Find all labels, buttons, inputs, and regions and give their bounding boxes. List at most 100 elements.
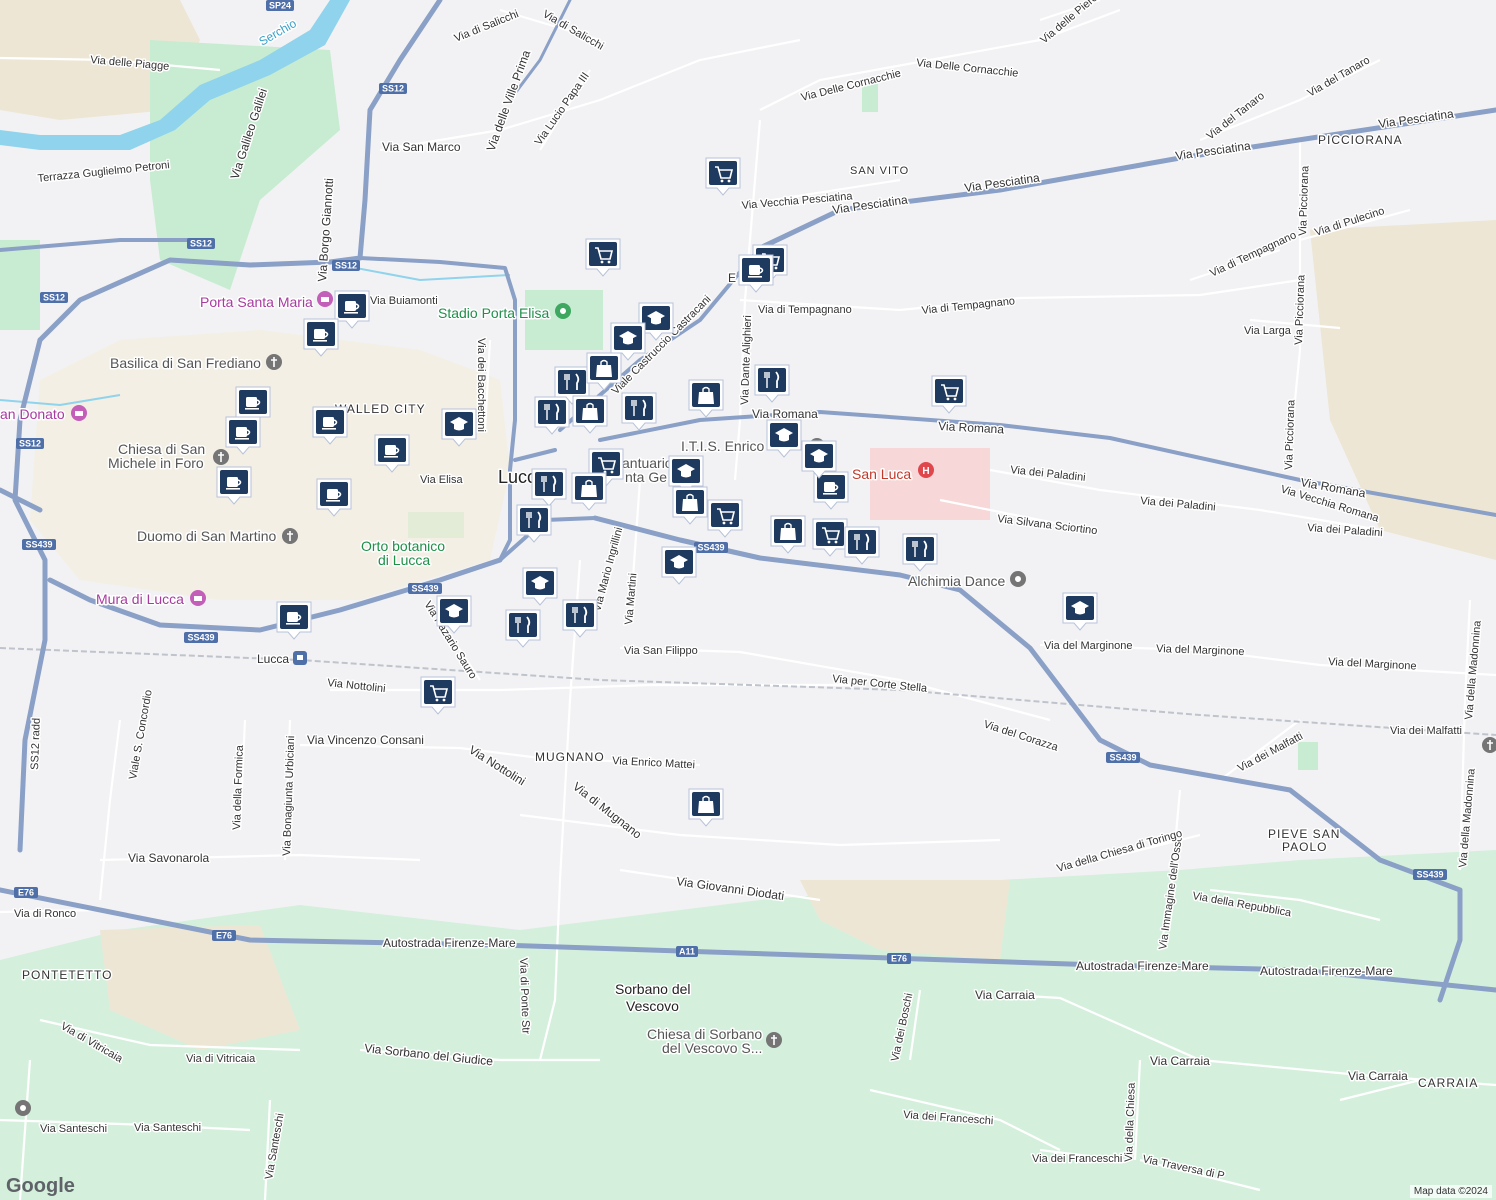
shield-ss12-5: SS12: [16, 438, 44, 449]
svg-text:SS439: SS439: [411, 584, 438, 594]
label-via-di-ronco: Via di Ronco: [14, 908, 76, 920]
train-station-icon: [293, 651, 307, 665]
shield-ss439-2: SS439: [408, 583, 442, 594]
hospital-icon: H: [918, 462, 934, 478]
church-icon: [282, 528, 298, 544]
label-lucca-station: Lucca: [257, 652, 289, 666]
svg-text:SS12: SS12: [19, 439, 41, 449]
shield-e76-1: E76: [14, 887, 38, 898]
label-via-dei-franceschi-2: Via dei Franceschi: [1032, 1153, 1122, 1165]
google-logo: Google: [6, 1175, 75, 1197]
label-via-carraia-1: Via Carraia: [975, 988, 1035, 1002]
svg-text:SS12: SS12: [335, 261, 357, 271]
label-orto-2: di Lucca: [378, 552, 430, 568]
label-walled-city: WALLED CITY: [335, 402, 426, 416]
label-via-carraia-3: Via Carraia: [1348, 1069, 1408, 1083]
label-autostrada-3: Autostrada Firenze-Mare: [1260, 964, 1393, 978]
label-via-dei-bacchettoni: Via dei Bacchettoni: [475, 338, 487, 432]
label-stadio: Stadio Porta Elisa: [438, 305, 549, 321]
label-autostrada-2: Autostrada Firenze-Mare: [1076, 959, 1209, 973]
svg-text:SP24: SP24: [269, 1, 291, 11]
label-basilica: Basilica di San Frediano: [110, 355, 261, 371]
label-pieve-san-paolo-2: PAOLO: [1282, 840, 1327, 854]
shield-ss439-3: SS439: [184, 632, 218, 643]
label-via-elisa: Via Elisa: [420, 474, 463, 486]
small-park-east: [1298, 742, 1318, 770]
label-san-vito: SAN VITO: [850, 165, 909, 177]
shield-ss439-5: SS439: [1413, 869, 1447, 880]
label-itis: I.T.I.S. Enrico: [681, 438, 764, 454]
label-via-santeschi-2: Via Santeschi: [134, 1122, 201, 1134]
label-autostrada-1: Autostrada Firenze-Mare: [383, 936, 516, 950]
label-duomo: Duomo di San Martino: [137, 528, 277, 544]
shield-ss12-1: SS12: [379, 83, 407, 94]
label-via-picciorana-2: Via Picciorana: [1293, 274, 1307, 345]
svg-text:SS439: SS439: [187, 633, 214, 643]
label-via-savonarola: Via Savonarola: [128, 851, 209, 865]
camera-icon: [317, 291, 333, 307]
label-via-carraia-2: Via Carraia: [1150, 1054, 1210, 1068]
church-icon: [213, 449, 229, 465]
svg-text:SS12: SS12: [43, 293, 65, 303]
label-mugnano: MUGNANO: [535, 750, 605, 764]
label-pontetetto: PONTETETTO: [22, 968, 112, 982]
place-pin-icon: [15, 1100, 31, 1116]
svg-text:SS12: SS12: [382, 84, 404, 94]
shield-ss12-4: SS12: [40, 292, 68, 303]
hospital-area: [870, 448, 990, 520]
label-via-santeschi-1: Via Santeschi: [40, 1123, 107, 1135]
camera-icon: [190, 590, 206, 606]
shield-ss12-3: SS12: [332, 260, 360, 271]
shield-ss12-2: SS12: [187, 238, 215, 249]
shield-sp24: SP24: [266, 0, 294, 11]
label-ospedale-2: San Luca: [852, 466, 911, 482]
camera-icon: [71, 405, 87, 421]
map-canvas[interactable]: SP24 SS12 SS12 SS12 SS12 SS12 SS439 SS43…: [0, 0, 1496, 1200]
label-picciorana: PICCIORANA: [1318, 133, 1403, 147]
label-mura: Mura di Lucca: [96, 591, 184, 607]
label-via-di-tempagnano-1: Via di Tempagnano: [758, 304, 852, 316]
svg-text:SS439: SS439: [25, 540, 52, 550]
label-ss12-radd: SS12 radd: [29, 718, 43, 770]
label-via-vincenzo-consani: Via Vincenzo Consani: [307, 733, 424, 747]
label-alchimia: Alchimia Dance: [908, 573, 1005, 589]
stadium-icon: [555, 303, 571, 319]
cemetery-park: [0, 240, 40, 330]
label-via-san-filippo: Via San Filippo: [624, 645, 698, 657]
svg-text:H: H: [922, 466, 929, 477]
shield-ss439-4: SS439: [1106, 752, 1140, 763]
svg-text:E76: E76: [216, 931, 232, 941]
svg-text:SS439: SS439: [697, 543, 724, 553]
label-porta-santa-maria: Porta Santa Maria: [200, 294, 313, 310]
svg-text:SS439: SS439: [1416, 870, 1443, 880]
label-carraia: CARRAIA: [1418, 1076, 1478, 1090]
walled-city-area: [30, 330, 510, 600]
label-pieve-san-paolo-1: PIEVE SAN: [1268, 827, 1340, 841]
label-via-larga: Via Larga: [1244, 325, 1292, 337]
shield-e76-2: E76: [212, 930, 236, 941]
svg-text:E76: E76: [18, 888, 34, 898]
label-via-picciorana-1: Via Picciorana: [1297, 165, 1311, 236]
label-via-dei-malfatti-1: Via dei Malfatti: [1390, 725, 1462, 737]
place-pin-icon: [1010, 571, 1026, 587]
shield-ss439-6: SS439: [694, 542, 728, 553]
svg-text:E76: E76: [891, 954, 907, 964]
label-via-san-marco: Via San Marco: [382, 140, 461, 154]
label-chiesa-michele-2: Michele in Foro: [108, 455, 204, 471]
shield-a11: A11: [676, 946, 698, 957]
label-via-del-marginone-1: Via del Marginone: [1044, 640, 1132, 652]
label-san-donato: an Donato: [0, 406, 65, 422]
shield-ss439-1: SS439: [22, 539, 56, 550]
map-attribution[interactable]: Map data ©2024: [1409, 1185, 1492, 1198]
svg-text:A11: A11: [679, 947, 695, 957]
label-via-picciorana-3: Via Picciorana: [1283, 399, 1297, 470]
label-via-romana-1: Via Romana: [752, 407, 818, 421]
label-santuario-2: nta Ge: [625, 469, 667, 485]
label-sorbano-2: Vescovo: [626, 998, 679, 1014]
label-e: E: [728, 271, 736, 285]
label-chiesa-sorbano-2: del Vescovo S...: [662, 1040, 762, 1056]
svg-text:SS439: SS439: [1109, 753, 1136, 763]
label-via-di-vitricaia-2: Via di Vitricaia: [186, 1053, 256, 1065]
label-sorbano-1: Sorbano del: [615, 981, 691, 997]
shield-e76-3: E76: [887, 953, 911, 964]
